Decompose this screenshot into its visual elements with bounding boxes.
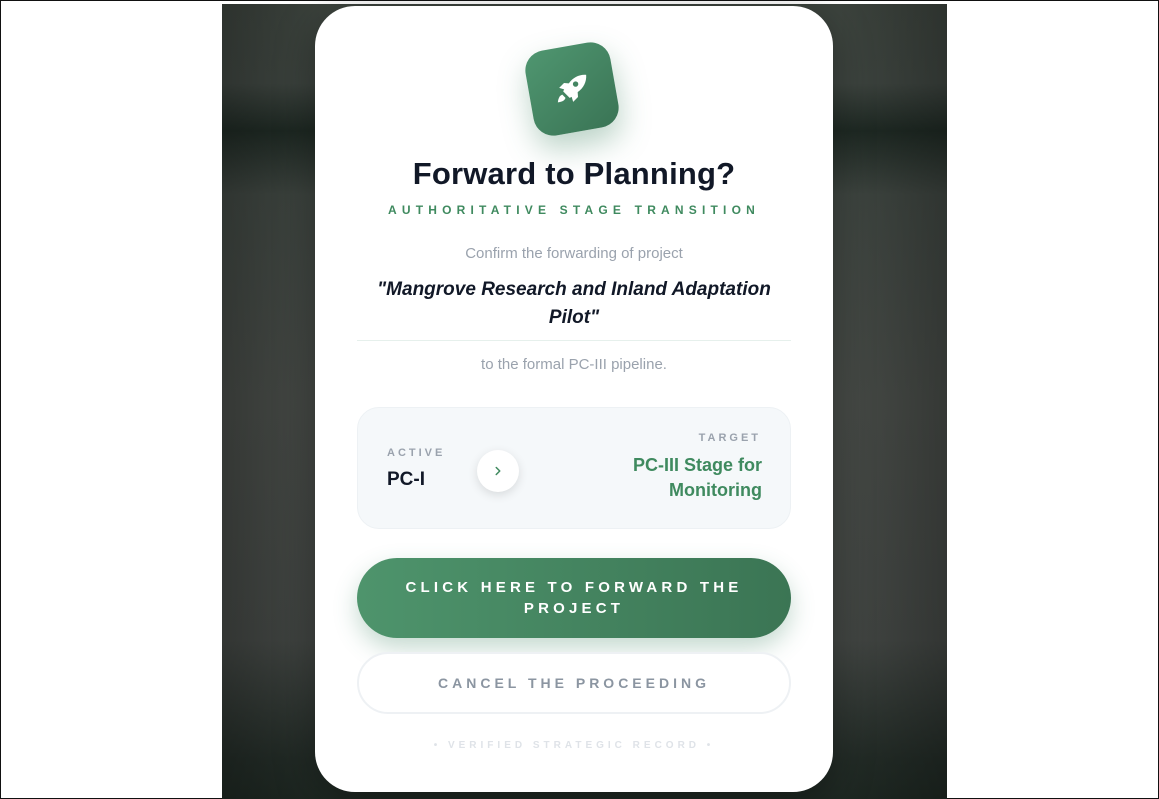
footer-note: • VERIFIED STRATEGIC RECORD •	[433, 740, 715, 751]
rocket-icon-tile	[522, 39, 622, 139]
dialog-subtitle: AUTHORITATIVE STAGE TRANSITION	[388, 203, 760, 217]
divider	[357, 340, 791, 341]
active-stage-value: PC-I	[387, 469, 425, 490]
transition-arrow	[477, 450, 519, 492]
confirm-text: Confirm the forwarding of project	[465, 245, 683, 262]
project-name: "Mangrove Research and Inland Adaptation…	[377, 279, 771, 328]
stage-transition-card: ACTIVE PC-I TARGET PC-III Stage for Moni…	[357, 407, 791, 529]
target-stage-label: TARGET	[698, 432, 761, 444]
active-stage-label: ACTIVE	[387, 447, 446, 459]
cancel-button[interactable]: CANCEL THE PROCEEDING	[357, 652, 791, 714]
target-stage-value: PC-III Stage for Monitoring	[632, 455, 762, 500]
pipeline-text: to the formal PC-III pipeline.	[481, 356, 667, 373]
dialog-title: Forward to Planning?	[412, 156, 736, 191]
forward-project-button[interactable]: CLICK HERE TO FORWARD THE PROJECT	[357, 558, 791, 638]
rocket-icon	[557, 74, 587, 103]
forward-dialog: Forward to Planning? AUTHORITATIVE STAGE…	[315, 6, 833, 792]
chevron-right-icon	[495, 466, 501, 476]
